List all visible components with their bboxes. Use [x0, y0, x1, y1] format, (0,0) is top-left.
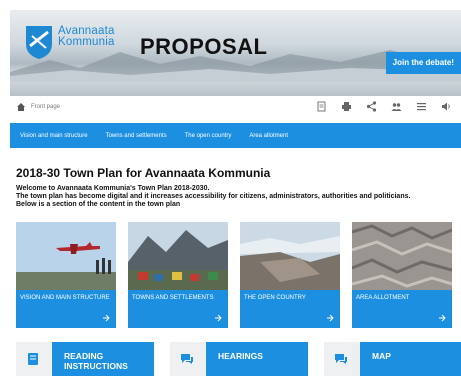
page-title: 2018-30 Town Plan for Avannaata Kommunia	[16, 166, 271, 180]
card-open-country[interactable]: THE OPEN COUNTRY	[240, 222, 340, 328]
hero-banner: Avannaata Kommunia PROPOSAL Join the deb…	[10, 10, 461, 96]
map-button[interactable]: MAP	[360, 342, 461, 376]
arrow-right-icon	[103, 314, 110, 322]
hearings-icon-box[interactable]	[170, 342, 206, 376]
proposal-heading: PROPOSAL	[140, 34, 268, 59]
intro-text: Welcome to Avannaata Kommunia's Town Pla…	[16, 185, 456, 209]
book-icon	[28, 353, 38, 365]
card-area-allotment[interactable]: AREA ALLOTMENT	[352, 222, 452, 328]
intro-line-1: Welcome to Avannaata Kommunia's Town Pla…	[16, 185, 210, 192]
chat-icon	[181, 354, 193, 364]
card-image-rock-texture	[352, 222, 452, 290]
nav-vision-main-structure[interactable]: Vision and main structure	[20, 133, 88, 139]
print-icon[interactable]	[340, 100, 353, 113]
users-icon[interactable]	[390, 100, 403, 113]
card-vision-main-structure[interactable]: VISION AND MAIN STRUCTURE	[16, 222, 116, 328]
coat-of-arms-icon	[26, 26, 52, 59]
share-icon[interactable]	[365, 100, 378, 113]
card-label: VISION AND MAIN STRUCTURE	[20, 295, 110, 301]
card-image-airplane	[16, 222, 116, 290]
card-image-glacier	[240, 222, 340, 290]
map-icon-box[interactable]	[324, 342, 360, 376]
card-towns-settlements[interactable]: TOWNS AND SETTLEMENTS	[128, 222, 228, 328]
card-label: TOWNS AND SETTLEMENTS	[132, 295, 214, 301]
home-icon[interactable]	[16, 102, 26, 112]
nav-towns-settlements[interactable]: Towns and settlements	[106, 133, 167, 139]
card-image-town	[128, 222, 228, 290]
nav-area-allotment[interactable]: Area allotment	[249, 133, 288, 139]
logo[interactable]: Avannaata Kommunia	[24, 24, 115, 60]
breadcrumb: Front page	[16, 102, 60, 112]
reading-icon-box[interactable]	[16, 342, 52, 376]
pdf-icon[interactable]	[315, 100, 328, 113]
arrow-right-icon	[439, 314, 446, 322]
bottom-links: READING INSTRUCTIONS HEARINGS MAP	[16, 342, 461, 376]
intro-line-3: Below is a section of the content in the…	[16, 201, 181, 208]
nav-open-country[interactable]: The open country	[185, 133, 232, 139]
speaker-icon[interactable]	[440, 100, 453, 113]
card-label: THE OPEN COUNTRY	[244, 295, 306, 301]
main-nav: Vision and main structure Towns and sett…	[10, 123, 461, 148]
section-cards: VISION AND MAIN STRUCTURE TOWNS AND SETT…	[16, 222, 459, 328]
join-debate-button[interactable]: Join the debate!	[385, 52, 461, 74]
page-toolbar	[315, 100, 453, 113]
breadcrumb-front-page[interactable]: Front page	[31, 104, 60, 110]
reading-instructions-button[interactable]: READING INSTRUCTIONS	[52, 342, 154, 376]
logo-line-2: Kommunia	[58, 36, 115, 48]
card-label: AREA ALLOTMENT	[356, 295, 410, 301]
hearings-button[interactable]: HEARINGS	[206, 342, 308, 376]
arrow-right-icon	[215, 314, 222, 322]
list-icon[interactable]	[415, 100, 428, 113]
intro-line-2: The town plan has become digital and it …	[16, 193, 411, 200]
chat-icon	[335, 354, 347, 364]
arrow-right-icon	[327, 314, 334, 322]
